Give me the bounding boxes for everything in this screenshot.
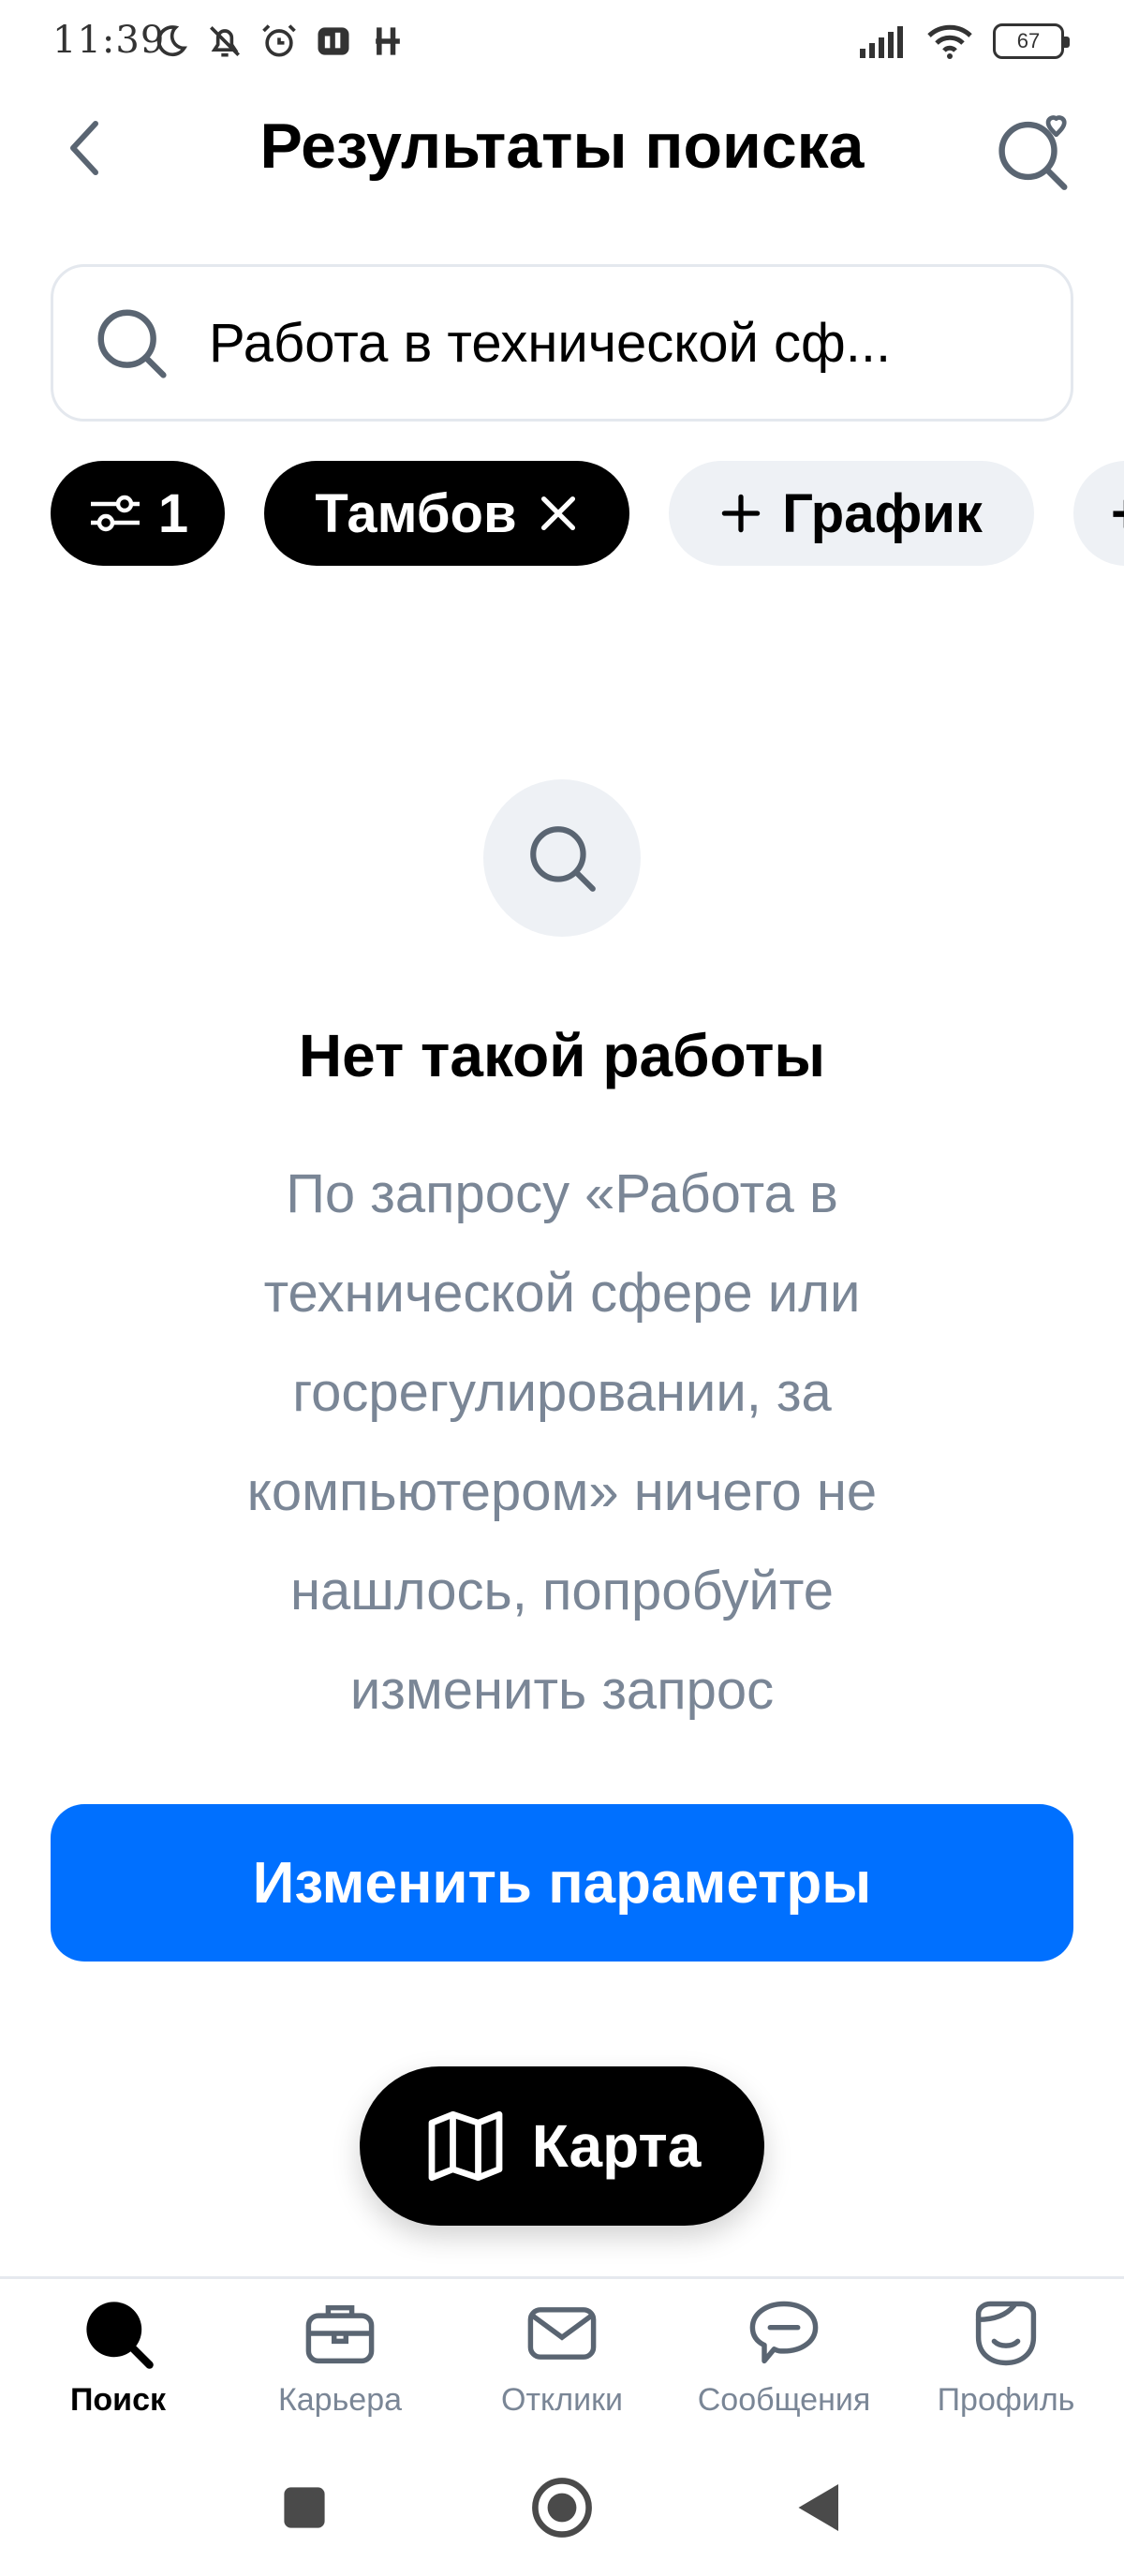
nav-item-search[interactable]: Поиск <box>6 2294 230 2435</box>
bell-off-icon <box>210 26 240 57</box>
search-icon <box>97 309 167 378</box>
square-icon <box>284 2487 325 2528</box>
screen: 11:39 67 Результаты поиска Работа в техн… <box>0 0 1124 2576</box>
page-title: Результаты поиска <box>259 111 865 182</box>
sliders-icon <box>90 495 140 532</box>
empty-state-line: По запросу «Работа в <box>286 1163 838 1224</box>
nav-item-profile[interactable]: Профиль <box>894 2294 1118 2435</box>
search-icon <box>86 2302 154 2369</box>
search-icon <box>530 826 596 892</box>
search-box[interactable]: Работа в технической сф... <box>51 264 1073 422</box>
map-button-label: Карта <box>531 2112 702 2180</box>
briefcase-icon <box>305 2304 375 2364</box>
alarm-icon <box>262 24 296 57</box>
empty-state-line: технической сфере или <box>263 1263 861 1324</box>
nav-label-profile: Профиль <box>937 2382 1075 2418</box>
empty-state-line: нашлось, попробуйте <box>289 1561 835 1621</box>
save-search-button[interactable] <box>989 106 1079 196</box>
nav-label-search: Поиск <box>69 2382 167 2418</box>
city-chip[interactable]: Тамбов <box>264 461 629 566</box>
bottom-nav: Поиск Карьера Отклики Сообщения Профиль <box>0 2276 1124 2435</box>
nav-label-responses: Отклики <box>501 2382 623 2418</box>
header: Результаты поиска <box>0 89 1124 211</box>
triangle-back-icon <box>798 2484 838 2531</box>
nav-item-responses[interactable]: Отклики <box>450 2294 674 2435</box>
empty-state-icon-wrap <box>483 779 641 937</box>
recents-button[interactable] <box>272 2475 337 2540</box>
more-filters-chip[interactable]: + <box>1073 461 1124 566</box>
more-filters-label: + <box>1111 482 1124 545</box>
moon-icon <box>156 25 187 57</box>
city-chip-label: Тамбов <box>315 482 517 544</box>
status-time: 11:39 <box>52 19 166 62</box>
nav-item-career[interactable]: Карьера <box>228 2294 452 2435</box>
home-button[interactable] <box>529 2475 595 2540</box>
map-icon <box>428 2110 503 2182</box>
change-params-button[interactable]: Изменить параметры <box>51 1804 1073 1962</box>
schedule-chip-label: График <box>782 482 983 544</box>
home-circle-icon <box>532 2478 592 2538</box>
empty-state-line: госрегулировании, за <box>292 1362 832 1423</box>
chat-bubble-icon <box>749 2301 819 2364</box>
nav-label-messages: Сообщения <box>697 2382 871 2418</box>
empty-state-description: По запросу «Работа в технической сфере и… <box>140 1145 984 1740</box>
nav-label-career: Карьера <box>277 2382 403 2418</box>
filters-chip[interactable]: 1 <box>51 461 225 566</box>
empty-state-line: компьютером» ничего не <box>246 1461 878 1522</box>
profile-face-icon <box>975 2301 1037 2366</box>
filter-chips: 1 Тамбов График + <box>51 461 1124 566</box>
status-icons-right: 67 <box>858 22 1070 60</box>
close-icon[interactable] <box>538 493 579 534</box>
h-icon <box>376 27 400 55</box>
status-bar: 11:39 67 <box>0 0 1124 89</box>
wifi-icon <box>927 24 972 59</box>
signal-icon <box>860 26 903 58</box>
app-icon <box>318 27 349 55</box>
filters-count: 1 <box>157 482 189 544</box>
system-nav <box>0 2435 1124 2576</box>
schedule-chip[interactable]: График <box>669 461 1034 566</box>
search-input[interactable]: Работа в технической сф... <box>209 312 1014 375</box>
empty-state-line: изменить запрос <box>349 1660 775 1721</box>
envelope-icon <box>527 2307 597 2360</box>
map-button[interactable]: Карта <box>360 2066 764 2226</box>
empty-state-title: Нет такой работы <box>298 1022 826 1089</box>
status-icons-left <box>150 21 408 62</box>
search-heart-icon <box>998 115 1068 190</box>
plus-icon <box>721 494 761 533</box>
battery-icon: 67 <box>993 23 1070 59</box>
back-system-button[interactable] <box>787 2475 852 2540</box>
nav-item-messages[interactable]: Сообщения <box>672 2294 896 2435</box>
